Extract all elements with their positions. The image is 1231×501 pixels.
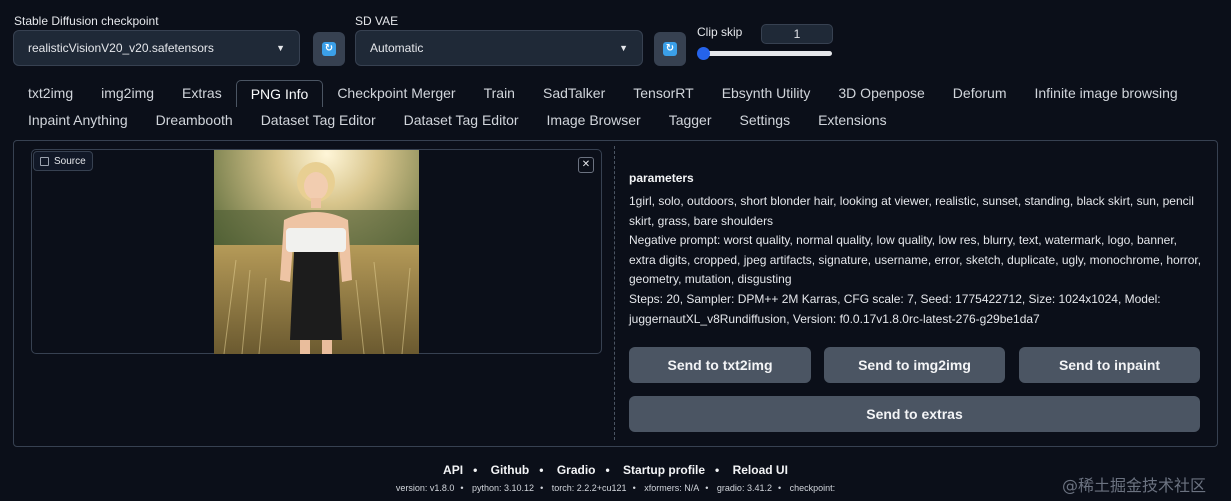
source-label: Source — [33, 151, 93, 171]
send-to-extras-button[interactable]: Send to extras — [629, 396, 1200, 432]
tab-tagger[interactable]: Tagger — [655, 107, 726, 134]
tab-tensorrt[interactable]: TensorRT — [619, 80, 707, 107]
negative-prompt-text: Negative prompt: worst quality, normal q… — [629, 233, 1202, 287]
checkpoint-info: checkpoint: — [789, 483, 836, 493]
send-to-img2img-button[interactable]: Send to img2img — [824, 347, 1005, 383]
tab-checkpoint-merger[interactable]: Checkpoint Merger — [323, 80, 469, 107]
tab-png-info[interactable]: PNG Info — [235, 80, 324, 107]
close-icon[interactable]: ✕ — [578, 157, 594, 173]
send-to-inpaint-button[interactable]: Send to inpaint — [1019, 347, 1200, 383]
footer-link-reload-ui[interactable]: Reload UI — [733, 463, 788, 477]
refresh-checkpoint-button[interactable]: ↻ — [313, 32, 345, 66]
watermark: @稀土掘金技术社区 — [1062, 476, 1207, 495]
footer-links: API • Github • Gradio • Startup profile • Re… — [443, 463, 788, 477]
chevron-down-icon: ▼ — [276, 43, 285, 53]
clip-skip-slider-thumb[interactable] — [697, 47, 710, 60]
clip-skip-slider[interactable] — [700, 51, 832, 56]
refresh-icon: ↻ — [322, 42, 336, 56]
tab-dreambooth[interactable]: Dreambooth — [142, 107, 247, 134]
tab-txt2img[interactable]: txt2img — [14, 80, 87, 107]
checkpoint-dropdown[interactable]: realisticVisionV20_v20.safetensors ▼ — [13, 30, 300, 66]
tab-image-browser[interactable]: Image Browser — [533, 107, 655, 134]
tab-settings[interactable]: Settings — [726, 107, 805, 134]
send-to-txt2img-button[interactable]: Send to txt2img — [629, 347, 811, 383]
python-info: python: 3.10.12 — [472, 483, 535, 493]
tab-extras[interactable]: Extras — [168, 80, 236, 107]
parameters-text: 1girl, solo, outdoors, short blonder hai… — [629, 192, 1204, 329]
tab-dataset-tag-editor-2[interactable]: Dataset Tag Editor — [390, 107, 533, 134]
source-label-text: Source — [54, 155, 86, 167]
torch-info: torch: 2.2.2+cu121 — [551, 483, 627, 493]
refresh-icon: ↻ — [663, 42, 677, 56]
tab-deforum[interactable]: Deforum — [939, 80, 1021, 107]
xformers-info: xformers: N/A — [644, 483, 700, 493]
source-image — [214, 150, 419, 354]
checkpoint-label: Stable Diffusion checkpoint — [14, 14, 159, 28]
clip-skip-input[interactable]: 1 — [761, 24, 833, 44]
version-info: version: v1.8.0 — [395, 483, 455, 493]
clip-skip-label: Clip skip — [697, 25, 743, 39]
footer-link-api[interactable]: API — [443, 463, 463, 477]
footer-link-github[interactable]: Github — [491, 463, 530, 477]
tab-inpaint-anything[interactable]: Inpaint Anything — [14, 107, 142, 134]
vae-dropdown[interactable]: Automatic ▼ — [355, 30, 643, 66]
tab-train[interactable]: Train — [470, 80, 529, 107]
chevron-down-icon: ▼ — [619, 43, 628, 53]
footer-link-startup-profile[interactable]: Startup profile — [623, 463, 705, 477]
image-icon — [40, 156, 49, 166]
refresh-vae-button[interactable]: ↻ — [654, 32, 686, 66]
tab-3d-openpose[interactable]: 3D Openpose — [824, 80, 938, 107]
tab-ebsynth-utility[interactable]: Ebsynth Utility — [708, 80, 825, 107]
tab-dataset-tag-editor[interactable]: Dataset Tag Editor — [247, 107, 390, 134]
generation-settings-text: Steps: 20, Sampler: DPM++ 2M Karras, CFG… — [629, 291, 1161, 326]
column-divider — [614, 146, 615, 440]
tab-img2img[interactable]: img2img — [87, 80, 168, 107]
checkpoint-value: realisticVisionV20_v20.safetensors — [28, 41, 214, 55]
footer-versions: version: v1.8.0 • python: 3.10.12 • torch:… — [395, 483, 836, 493]
footer-link-gradio[interactable]: Gradio — [557, 463, 596, 477]
tabs-row-2: Inpaint Anything Dreambooth Dataset Tag … — [14, 107, 901, 134]
tab-extensions[interactable]: Extensions — [804, 107, 900, 134]
vae-label: SD VAE — [355, 14, 399, 28]
tab-sadtalker[interactable]: SadTalker — [529, 80, 619, 107]
prompt-text: 1girl, solo, outdoors, short blonder hai… — [629, 194, 1194, 228]
tab-infinite-image-browsing[interactable]: Infinite image browsing — [1020, 80, 1191, 107]
vae-value: Automatic — [370, 41, 424, 55]
tabs-row-1: txt2img img2img Extras PNG Info Checkpoi… — [14, 80, 1192, 107]
gradio-info: gradio: 3.41.2 — [716, 483, 772, 493]
parameters-title: parameters — [629, 171, 694, 185]
